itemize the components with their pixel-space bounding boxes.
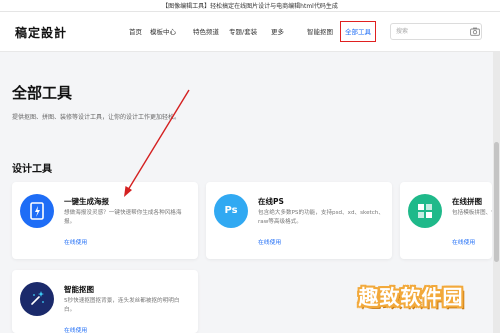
tool-card-online-ps[interactable]: Ps 在线PS 包含绝大多数PS的功能，支持psd、xd、sketch、raw等… bbox=[206, 182, 392, 259]
all-tools-highlight-box bbox=[340, 21, 376, 42]
watermark-logo: 趣致软件园 bbox=[344, 275, 478, 321]
nav-item-topics[interactable]: 专题/套装 bbox=[229, 26, 257, 38]
nav-item-more[interactable]: 更多 bbox=[271, 26, 284, 38]
tool-card-use-link[interactable]: 在线使用 bbox=[258, 237, 281, 246]
tool-card-title: 一键生成海报 bbox=[64, 197, 109, 206]
tool-card-collage[interactable]: 在线拼图 包括模板拼图、快速拼图、自由拼图 在线使用 bbox=[400, 182, 492, 259]
nav-item-home[interactable]: 首页 bbox=[129, 26, 142, 38]
nav-item-templates[interactable]: 模板中心 bbox=[150, 26, 176, 38]
window-titlebar: 【图像编辑工具】轻松搞定在线图片设计与电商编辑html代码生成 bbox=[0, 0, 500, 12]
window-title: 【图像编辑工具】轻松搞定在线图片设计与电商编辑html代码生成 bbox=[162, 3, 338, 10]
tool-card-title: 在线PS bbox=[258, 197, 284, 206]
poster-icon bbox=[20, 194, 54, 228]
camera-icon[interactable] bbox=[470, 27, 480, 36]
search-input[interactable] bbox=[396, 25, 466, 38]
search-box[interactable] bbox=[390, 23, 482, 40]
tool-card-use-link[interactable]: 在线使用 bbox=[64, 325, 87, 333]
tool-card-use-link[interactable]: 在线使用 bbox=[64, 237, 87, 246]
top-navbar: 稿定設計 首页 模板中心 特色频道 专题/套装 更多 智能抠图 全部工具 bbox=[0, 12, 500, 52]
tool-card-title: 智能抠图 bbox=[64, 285, 94, 294]
tool-card-description: 想做海报没灵感？一键快速帮你生成各种风格海报。 bbox=[64, 210, 182, 225]
collage-icon bbox=[408, 194, 442, 228]
ps-icon: Ps bbox=[214, 194, 248, 228]
tool-card-description: 包括模板拼图、快速拼图、自由拼图 bbox=[452, 210, 492, 216]
tool-card-description: 5秒快速抠图抠背景，连头发丝都被抠的明明白白。 bbox=[64, 298, 180, 313]
magic-wand-icon bbox=[20, 282, 54, 316]
tool-card-use-link[interactable]: 在线使用 bbox=[452, 237, 475, 246]
page-description: 提供抠图、拼图、装修等设计工具，让你的设计工作更加轻松。 bbox=[12, 114, 181, 121]
tool-card-description: 包含绝大多数PS的功能，支持psd、xd、sketch、raw等高级格式。 bbox=[258, 210, 384, 225]
nav-item-smart-cutout[interactable]: 智能抠图 bbox=[307, 26, 333, 38]
tool-card-title: 在线拼图 bbox=[452, 197, 482, 206]
tool-card-poster[interactable]: 一键生成海报 想做海报没灵感？一键快速帮你生成各种风格海报。 在线使用 bbox=[12, 182, 198, 259]
page-scrollbar[interactable] bbox=[493, 52, 500, 333]
nav-item-featured[interactable]: 特色频道 bbox=[193, 26, 219, 38]
section-title-design-tools: 设计工具 bbox=[12, 164, 52, 175]
page-title: 全部工具 bbox=[12, 84, 73, 102]
tool-card-smart-cutout[interactable]: 智能抠图 5秒快速抠图抠背景，连头发丝都被抠的明明白白。 在线使用 bbox=[12, 270, 198, 333]
scrollbar-thumb[interactable] bbox=[494, 142, 499, 262]
watermark-text: 趣致软件园 bbox=[358, 285, 464, 309]
ps-glyph: Ps bbox=[224, 205, 238, 216]
